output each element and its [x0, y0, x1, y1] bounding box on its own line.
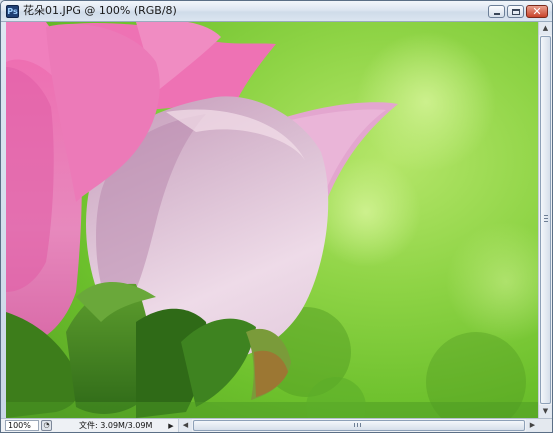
close-button[interactable]: ✕	[526, 5, 548, 18]
zoom-level-field[interactable]: 100%	[5, 420, 39, 431]
scroll-up-icon[interactable]: ▲	[539, 22, 552, 35]
grip-icon	[354, 423, 363, 427]
vertical-scroll-thumb[interactable]	[540, 36, 551, 404]
status-menu-arrow-icon[interactable]: ▶	[167, 421, 175, 431]
close-icon: ✕	[532, 5, 542, 18]
rose-photo	[6, 22, 538, 418]
vertical-scrollbar[interactable]: ▲ ▼	[538, 22, 552, 418]
title-bar[interactable]: Ps 花朵01.JPG @ 100% (RGB/8) ✕	[1, 1, 552, 22]
horizontal-scroll-thumb[interactable]	[193, 420, 525, 431]
maximize-button[interactable]	[507, 5, 524, 18]
minimize-button[interactable]	[488, 5, 505, 18]
window-title: 花朵01.JPG @ 100% (RGB/8)	[23, 4, 177, 17]
scroll-down-icon[interactable]: ▼	[539, 405, 552, 418]
navigator-icon[interactable]: ◔	[41, 420, 52, 431]
photoshop-doc-icon: Ps	[6, 5, 19, 18]
grip-icon	[544, 215, 548, 224]
resize-corner[interactable]	[538, 419, 552, 432]
document-size-info: 文件: 3.09M/3.09M	[79, 421, 153, 430]
scroll-left-icon[interactable]: ◀	[179, 419, 192, 432]
maximize-icon	[512, 9, 520, 15]
horizontal-scrollbar[interactable]: ◀ ▶	[178, 419, 539, 432]
status-bar: 100% ◔ 文件: 3.09M/3.09M ▶ ◀ ▶	[1, 418, 552, 432]
document-window: Ps 花朵01.JPG @ 100% (RGB/8) ✕ ▲ ▼ 100% ◔ …	[0, 0, 553, 433]
image-canvas[interactable]	[6, 22, 538, 418]
minimize-icon	[494, 13, 500, 15]
